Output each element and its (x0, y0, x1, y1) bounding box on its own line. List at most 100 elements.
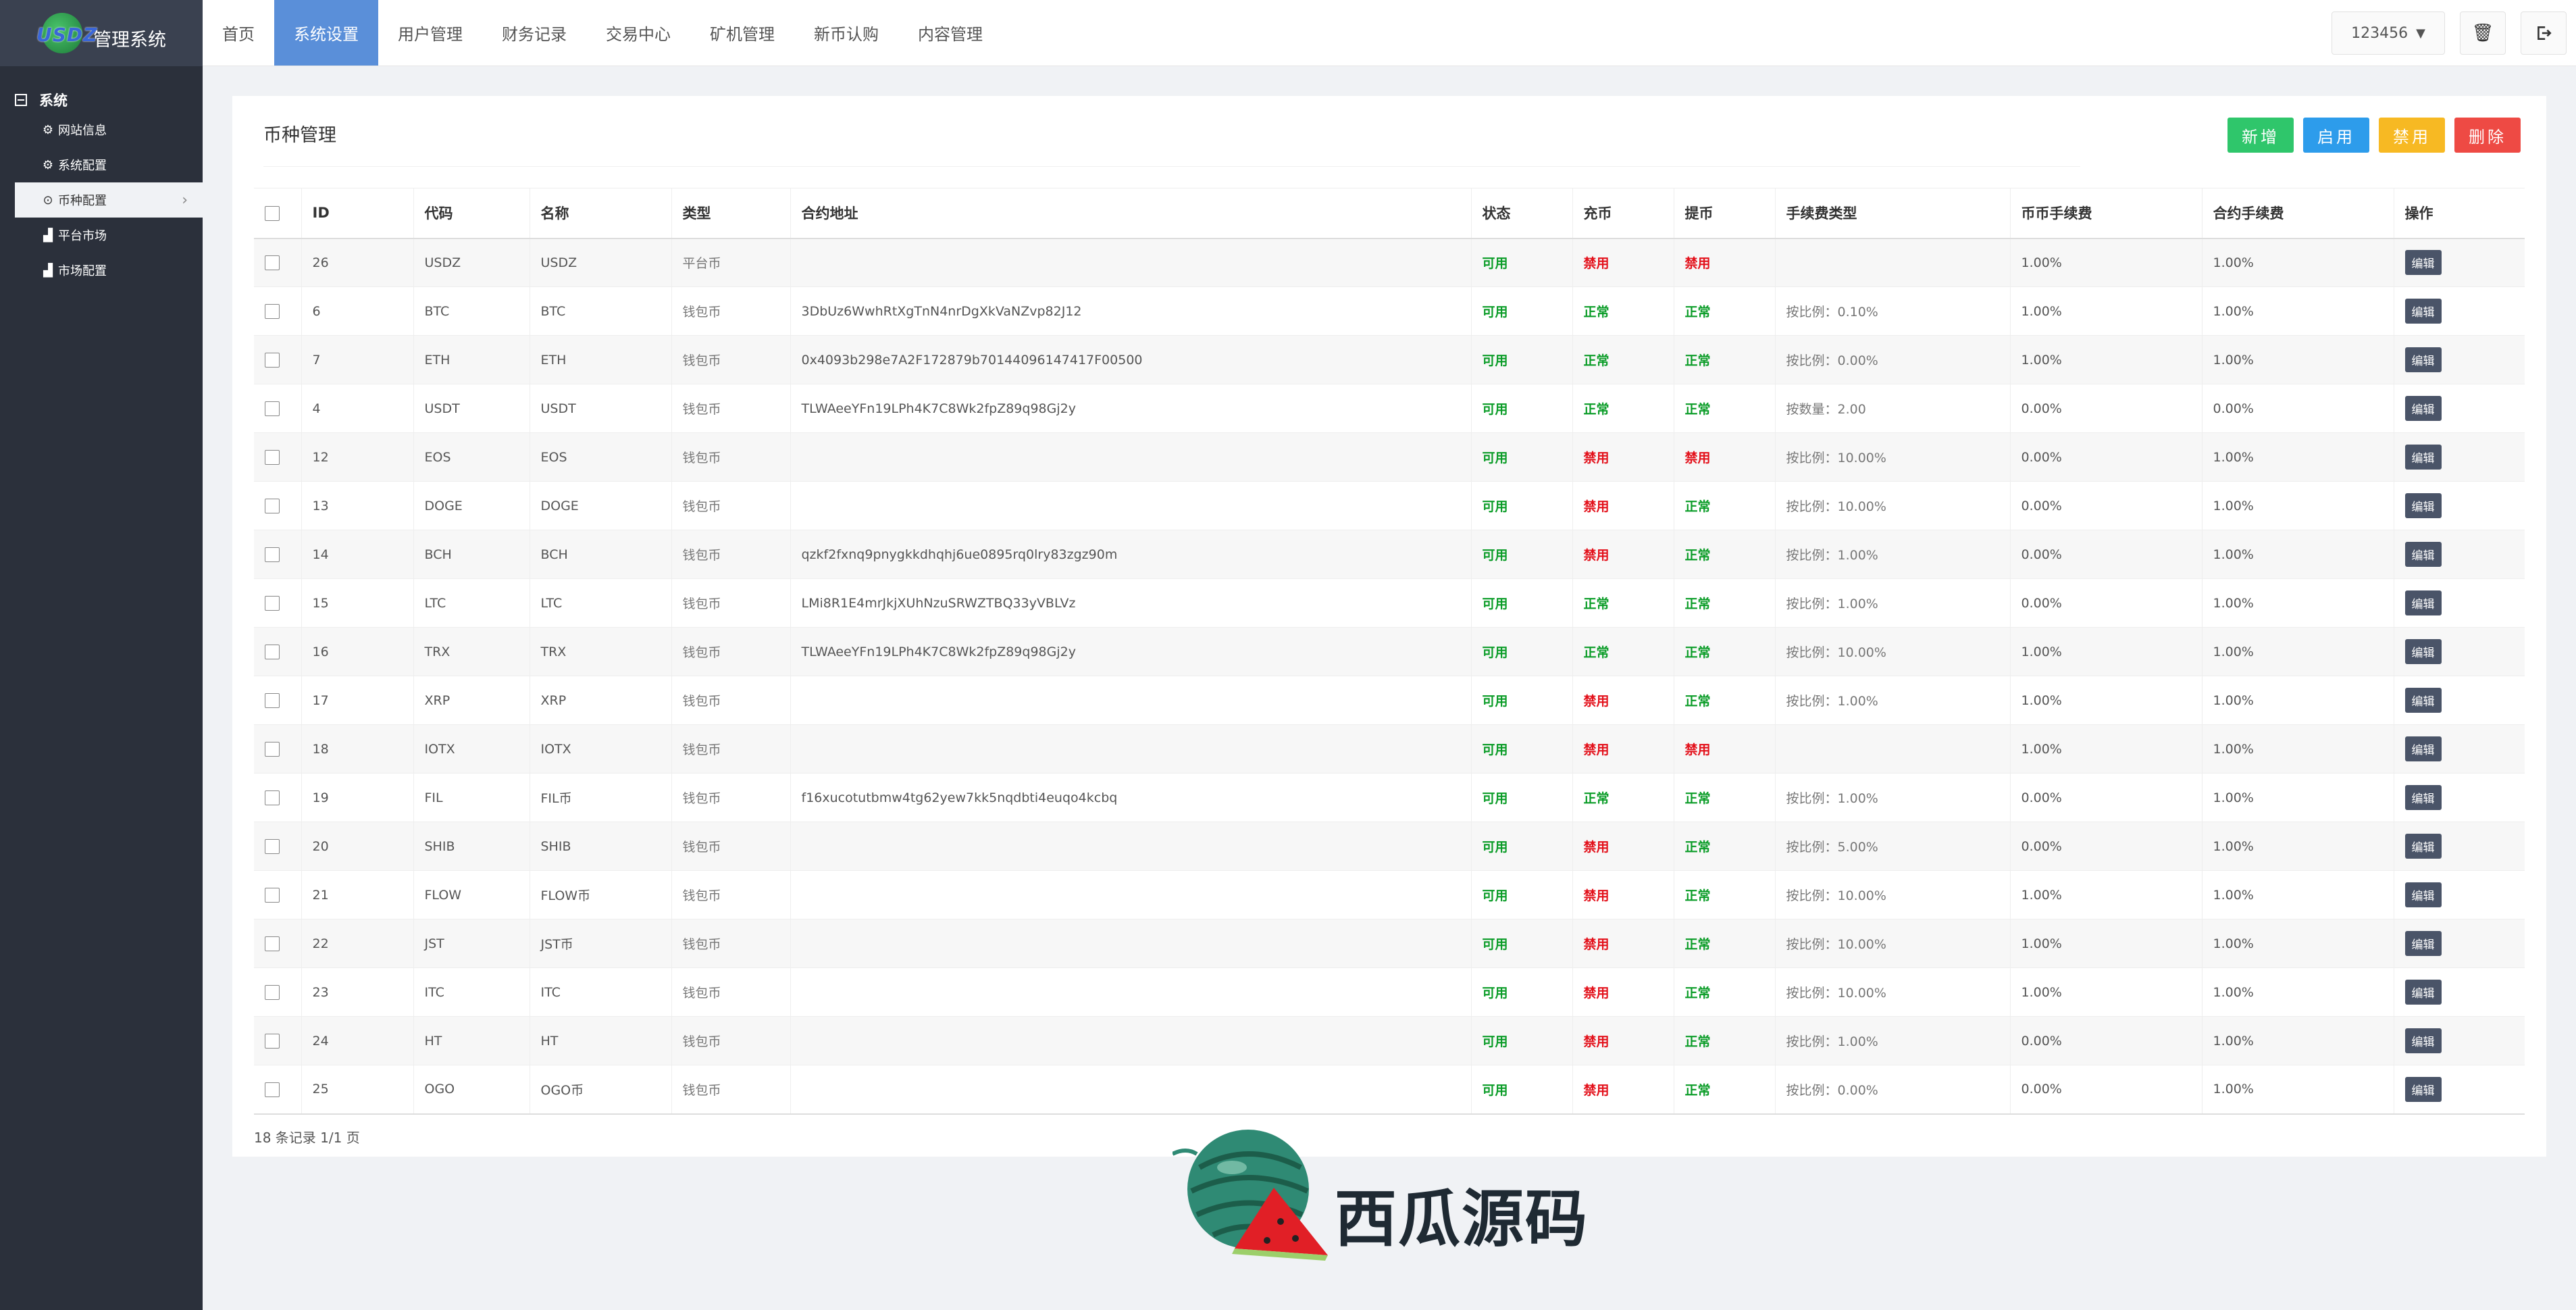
cell-name-text: USDT (540, 401, 576, 416)
nav-tab-5[interactable]: 矿机管理 (690, 0, 794, 66)
bar-chart-icon: ▟ (43, 263, 53, 278)
nav-tab-2[interactable]: 用户管理 (378, 0, 482, 66)
edit-button[interactable]: 编辑 (2404, 882, 2442, 907)
edit-button[interactable]: 编辑 (2404, 299, 2442, 324)
edit-button[interactable]: 编辑 (2404, 1028, 2442, 1053)
sidebar-item-1[interactable]: ⚙ 系统配置 (0, 147, 203, 182)
col-header-deposit[interactable]: 充币 (1572, 188, 1674, 239)
add-button[interactable]: 新增 (2227, 118, 2294, 153)
row-checkbox[interactable] (265, 595, 280, 611)
row-checkbox[interactable] (265, 741, 280, 757)
nav-tab-4[interactable]: 交易中心 (586, 0, 690, 66)
nav-tab-1[interactable]: 系统设置 (274, 0, 378, 66)
col-header-spot-fee[interactable]: 币币手续费 (2009, 188, 2202, 239)
row-checkbox[interactable] (265, 1033, 280, 1049)
cell-fee-type (1774, 724, 2010, 774)
enable-button[interactable]: 启用 (2303, 118, 2369, 153)
edit-button[interactable]: 编辑 (2404, 445, 2442, 470)
row-checkbox[interactable] (265, 255, 280, 270)
logout-button[interactable] (2521, 11, 2567, 55)
row-checkbox[interactable] (265, 352, 280, 368)
row-checkbox[interactable] (265, 936, 280, 951)
cell-id-text: 17 (312, 692, 329, 708)
edit-button[interactable]: 编辑 (2404, 347, 2442, 372)
row-checkbox[interactable] (265, 692, 280, 708)
cell-name: HT (529, 1016, 671, 1065)
cell-fee-type-text: 按比例：5.00% (1786, 840, 1878, 855)
cell-address: f16xucotutbmw4tg62yew7kk5nqdbti4euqo4kcb… (790, 773, 1471, 822)
cell-type-text: 钱包币 (682, 597, 721, 611)
edit-button[interactable]: 编辑 (2404, 396, 2442, 421)
edit-button[interactable]: 编辑 (2404, 834, 2442, 859)
row-checkbox[interactable] (265, 838, 280, 854)
cell-spot-fee: 1.00% (2009, 919, 2202, 968)
sidebar-item-3[interactable]: ▟ 平台市场 (0, 218, 203, 253)
cell-deposit-text: 禁用 (1583, 1082, 1609, 1098)
nav-tab-7[interactable]: 内容管理 (898, 0, 1002, 66)
cell-id: 14 (301, 530, 413, 579)
row-checkbox[interactable] (265, 1082, 280, 1097)
sidebar-item-2[interactable]: ⊙ 币种配置 › (15, 182, 203, 218)
caret-down-icon: ▼ (2416, 26, 2425, 41)
cell-type: 平台币 (671, 238, 790, 287)
nav-tab-6[interactable]: 新币认购 (794, 0, 898, 66)
edit-button[interactable]: 编辑 (2404, 736, 2442, 761)
col-header-fee-type[interactable]: 手续费类型 (1774, 188, 2010, 239)
cell-spot-fee: 0.00% (2009, 1065, 2202, 1115)
cell-actions: 编辑 (2393, 578, 2525, 628)
cell-type-text: 钱包币 (682, 548, 721, 563)
cell-withdraw: 正常 (1673, 919, 1775, 968)
row-checkbox[interactable] (265, 644, 280, 659)
cell-status: 可用 (1470, 481, 1572, 530)
cell-spot-fee-text: 1.00% (2021, 936, 2062, 951)
row-checkbox[interactable] (265, 401, 280, 416)
logo[interactable]: USDZ 管理系统 (0, 0, 203, 66)
sidebar-item-4[interactable]: ▟ 市场配置 (0, 253, 203, 288)
edit-button[interactable]: 编辑 (2404, 785, 2442, 810)
col-header-address[interactable]: 合约地址 (790, 188, 1471, 239)
edit-button[interactable]: 编辑 (2404, 493, 2442, 518)
row-checkbox[interactable] (265, 449, 280, 465)
col-header-code[interactable]: 代码 (413, 188, 530, 239)
nav-tab-3[interactable]: 财务记录 (482, 0, 586, 66)
cell-withdraw-text: 正常 (1684, 937, 1711, 952)
edit-button[interactable]: 编辑 (2404, 250, 2442, 276)
col-header-name[interactable]: 名称 (529, 188, 671, 239)
edit-button[interactable]: 编辑 (2404, 980, 2442, 1005)
col-header-id[interactable]: ID (301, 188, 413, 239)
row-checkbox[interactable] (265, 303, 280, 319)
row-checkbox[interactable] (265, 498, 280, 513)
cell-contract-fee-text: 1.00% (2213, 303, 2254, 319)
select-all-checkbox[interactable] (265, 206, 280, 222)
clear-cache-button[interactable]: 🗑 (2460, 11, 2506, 55)
delete-button[interactable]: 删除 (2454, 118, 2521, 153)
nav-tab-0[interactable]: 首页 (203, 0, 274, 66)
sidebar-item-0[interactable]: ⚙ 网站信息 (0, 112, 203, 147)
edit-button[interactable]: 编辑 (2404, 590, 2442, 615)
col-header-contract-fee[interactable]: 合约手续费 (2201, 188, 2394, 239)
edit-button[interactable]: 编辑 (2404, 542, 2442, 567)
cell-fee-type: 按比例：10.00% (1774, 432, 2010, 482)
cell-status-text: 可用 (1482, 451, 1508, 465)
col-header-withdraw[interactable]: 提币 (1673, 188, 1775, 239)
cell-name: DOGE (529, 481, 671, 530)
row-checkbox[interactable] (265, 984, 280, 1000)
sidebar-group-toggle[interactable]: 系统 (0, 88, 203, 112)
cell-address-text: f16xucotutbmw4tg62yew7kk5nqdbti4euqo4kcb… (801, 790, 1118, 805)
row-checkbox[interactable] (265, 790, 280, 805)
edit-button[interactable]: 编辑 (2404, 931, 2442, 956)
cell-address (790, 724, 1471, 774)
col-header-type[interactable]: 类型 (671, 188, 790, 239)
cell-contract-fee: 1.00% (2201, 676, 2394, 725)
cell-id-text: 22 (312, 936, 329, 951)
cell-id: 24 (301, 1016, 413, 1065)
row-checkbox[interactable] (265, 547, 280, 562)
row-checkbox[interactable] (265, 887, 280, 903)
user-menu-button[interactable]: 123456 ▼ (2332, 11, 2445, 55)
cell-actions: 编辑 (2393, 530, 2525, 579)
disable-button[interactable]: 禁用 (2379, 118, 2445, 153)
edit-button[interactable]: 编辑 (2404, 639, 2442, 664)
edit-button[interactable]: 编辑 (2404, 1076, 2442, 1102)
edit-button[interactable]: 编辑 (2404, 688, 2442, 713)
col-header-status[interactable]: 状态 (1470, 188, 1572, 239)
